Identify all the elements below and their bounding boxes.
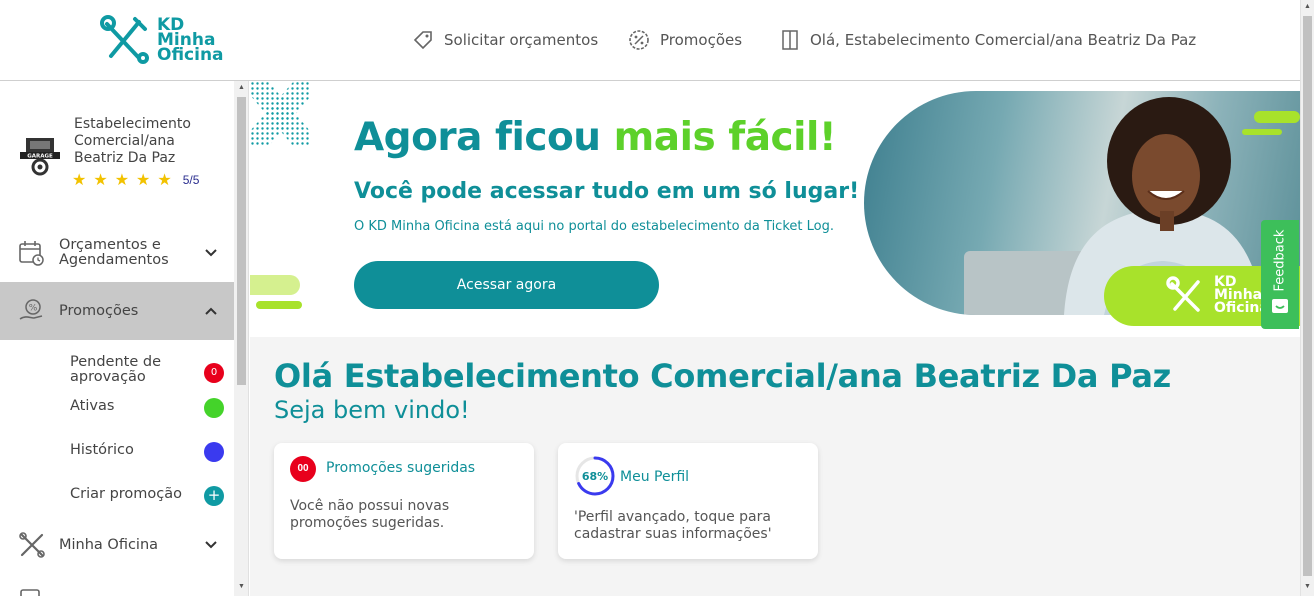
promo-banner: Agora ficou mais fácil! Você pode acessa…: [250, 81, 1300, 337]
status-dot-blue: [204, 442, 224, 462]
logo-text: KD Minha Oficina: [157, 14, 224, 65]
submenu-criar-promocao[interactable]: Criar promoção +: [70, 486, 230, 506]
banner-title-part1: Agora ficou: [354, 115, 601, 160]
acessar-agora-button[interactable]: Acessar agora: [354, 261, 659, 309]
menu-label: Promoções: [59, 302, 139, 319]
scroll-down-icon[interactable]: ▼: [1304, 583, 1311, 590]
garage-avatar-icon: GARAGE: [20, 138, 60, 176]
submenu-label: Pendente de aprovação: [70, 354, 161, 385]
banner-title: Agora ficou mais fácil!: [354, 115, 837, 160]
star-icon: ★: [72, 172, 87, 189]
nav-solicitar-orcamentos[interactable]: Solicitar orçamentos: [412, 28, 598, 52]
greeting-title: Olá Estabelecimento Comercial/ana Beatri…: [274, 357, 1171, 395]
feedback-tab[interactable]: Feedback: [1261, 220, 1299, 329]
pending-count-badge: 0: [204, 363, 224, 383]
tools-icon: [19, 532, 45, 558]
svg-text:%: %: [29, 304, 38, 314]
page-scrollbar[interactable]: ▲ ▼: [1300, 0, 1314, 596]
submenu-ativas[interactable]: Ativas: [70, 398, 230, 418]
suggested-count-badge: 00: [290, 456, 316, 482]
nav-promocoes[interactable]: Promoções: [628, 28, 742, 52]
menu-promocoes[interactable]: % Promoções: [0, 282, 234, 340]
rating-value: 5/5: [182, 173, 200, 187]
card-text: 'Perfil avançado, toque para cadastrar s…: [574, 509, 772, 542]
main-content: Agora ficou mais fácil! Você pode acessa…: [250, 81, 1300, 596]
calendar-icon: [19, 241, 44, 266]
submenu-label: Ativas: [70, 398, 115, 414]
welcome-subtitle: Seja bem vindo!: [274, 396, 470, 424]
shop-name: Estabelecimento Comercial/ana Beatriz Da…: [74, 116, 191, 166]
card-text: Você não possui novas promoções sugerida…: [290, 498, 450, 531]
feedback-label: Feedback: [1272, 229, 1288, 291]
percent-badge-icon: [629, 30, 649, 50]
chevron-down-icon: [205, 541, 217, 549]
kd-minha-oficina-logo[interactable]: KD Minha Oficina: [99, 14, 224, 66]
progress-label: 68%: [582, 470, 608, 483]
plus-icon: +: [204, 486, 224, 506]
chevron-up-icon: [205, 307, 217, 315]
submenu-historico[interactable]: Histórico: [70, 442, 230, 462]
star-icon: ★: [157, 172, 172, 189]
next-menu-icon: [20, 589, 40, 596]
page-scroll-thumb[interactable]: [1303, 16, 1312, 576]
star-icon: ★: [136, 172, 151, 189]
chevron-down-icon: [205, 249, 217, 257]
card-title: Promoções sugeridas: [326, 460, 476, 476]
nav-label: Olá, Estabelecimento Comercial/ana Beatr…: [810, 31, 1197, 49]
sidebar-scroll-thumb[interactable]: [237, 97, 246, 385]
profile-progress-ring: 68%: [575, 456, 615, 496]
banner-subtitle: Você pode acessar tudo em um só lugar!: [354, 179, 860, 204]
card-meu-perfil[interactable]: 68% Meu Perfil 'Perfil avançado, toque p…: [558, 443, 818, 559]
submenu-label: Histórico: [70, 442, 134, 458]
chat-smile-icon: [1272, 299, 1288, 313]
nav-label: Promoções: [660, 31, 743, 49]
percent-hand-icon: %: [19, 299, 43, 320]
wrench-screwdriver-icon: [100, 15, 149, 64]
sidebar: GARAGE Estabelecimento Comercial/ana Bea…: [0, 81, 234, 596]
wrench-screwdriver-icon: [1166, 276, 1200, 312]
decorative-dots-pattern: [250, 81, 310, 147]
scroll-up-icon[interactable]: ▲: [238, 84, 245, 91]
menu-orcamentos-agendamentos[interactable]: Orçamentos e Agendamentos: [0, 229, 234, 277]
top-header: KD Minha Oficina Solicitar orçamentos Prom…: [0, 0, 1300, 81]
submenu-label: Criar promoção: [70, 486, 183, 502]
menu-label: Orçamentos e Agendamentos: [59, 237, 169, 268]
tag-icon: [413, 31, 432, 50]
scroll-down-icon[interactable]: ▼: [238, 583, 245, 590]
status-dot-green: [204, 398, 224, 418]
card-promocoes-sugeridas[interactable]: 00 Promoções sugeridas Você não possui n…: [274, 443, 534, 559]
menu-label: Minha Oficina: [59, 536, 159, 553]
rating-stars: ★ ★ ★ ★ ★ 5/5: [72, 170, 199, 190]
banner-description: O KD Minha Oficina está aqui no portal d…: [354, 219, 834, 234]
nav-label: Solicitar orçamentos: [444, 31, 599, 49]
nav-user-greeting[interactable]: Olá, Estabelecimento Comercial/ana Beatr…: [780, 28, 1196, 52]
star-icon: ★: [114, 172, 130, 189]
card-title: Meu Perfil: [620, 469, 690, 485]
decorative-lime-bars: [250, 275, 302, 309]
sidebar-scrollbar[interactable]: ▲ ▼: [234, 81, 249, 596]
banner-title-highlight: mais fácil!: [613, 115, 837, 160]
scroll-up-icon[interactable]: ▲: [1304, 3, 1311, 10]
submenu-pendente-aprovacao[interactable]: Pendente de aprovação 0: [70, 355, 230, 385]
star-icon: ★: [93, 172, 108, 189]
menu-minha-oficina[interactable]: Minha Oficina: [0, 525, 234, 565]
door-icon: [782, 30, 798, 50]
